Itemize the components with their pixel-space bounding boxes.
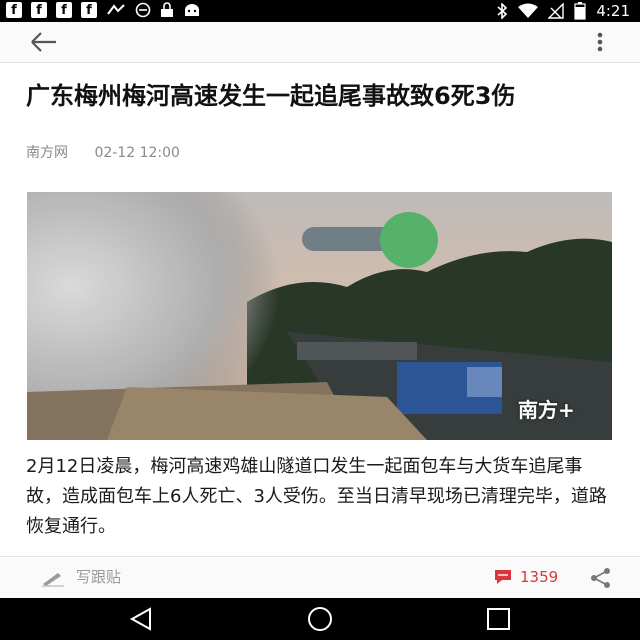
article-title: 广东梅州梅河高速发生一起追尾事故致6死3伤 — [26, 82, 516, 110]
article-source: 南方网 — [26, 145, 68, 161]
back-button[interactable] — [24, 26, 64, 58]
comments-button[interactable]: 1359 — [494, 567, 558, 587]
nav-home-button[interactable] — [305, 606, 335, 632]
pencil-icon — [42, 573, 64, 587]
wifi-icon — [518, 3, 539, 18]
bluetooth-icon — [497, 3, 508, 19]
nav-back-icon — [129, 607, 151, 631]
missed-call-icon — [107, 4, 125, 15]
battery-icon — [574, 2, 586, 20]
article-datetime: 02-12 12:00 — [94, 145, 180, 161]
notification-icons: f f f f — [6, 2, 201, 18]
share-button[interactable] — [590, 567, 612, 589]
nav-back-button[interactable] — [126, 606, 156, 632]
do-not-disturb-icon — [135, 2, 151, 18]
facebook-notification-icon: f — [56, 2, 72, 18]
android-icon — [185, 4, 199, 16]
write-comment-label: 写跟贴 — [76, 568, 122, 586]
facebook-notification-icon: f — [81, 2, 97, 18]
nav-recents-icon — [487, 608, 510, 630]
article-meta: 南方网 02-12 12:00 — [26, 144, 180, 162]
system-icons: 4:21 — [496, 2, 630, 20]
status-bar: f f f f 4:21 — [0, 0, 640, 22]
more-vert-icon — [597, 32, 603, 52]
system-navigation-bar — [0, 598, 640, 640]
top-app-bar — [0, 22, 640, 63]
more-options-button[interactable] — [590, 28, 610, 56]
facebook-notification-icon: f — [31, 2, 47, 18]
lock-icon — [161, 2, 173, 17]
share-icon — [591, 568, 610, 588]
clock: 4:21 — [596, 2, 630, 20]
image-toggle-switch[interactable] — [300, 212, 440, 268]
signal-icon — [548, 3, 565, 19]
comment-icon — [495, 570, 511, 584]
facebook-notification-icon: f — [6, 2, 22, 18]
write-comment-button[interactable]: 写跟贴 — [40, 567, 121, 587]
comment-count: 1359 — [520, 568, 559, 586]
nav-recents-button[interactable] — [484, 606, 514, 632]
nav-home-icon — [308, 607, 332, 631]
comment-bar: 写跟贴 1359 — [0, 556, 640, 599]
article-body: 2月12日凌晨，梅河高速鸡雄山隧道口发生一起面包车与大货车追尾事故，造成面包车上… — [26, 456, 607, 537]
toggle-knob[interactable] — [380, 212, 438, 268]
image-watermark: 南方+ — [518, 398, 575, 422]
back-arrow-icon — [31, 32, 56, 52]
